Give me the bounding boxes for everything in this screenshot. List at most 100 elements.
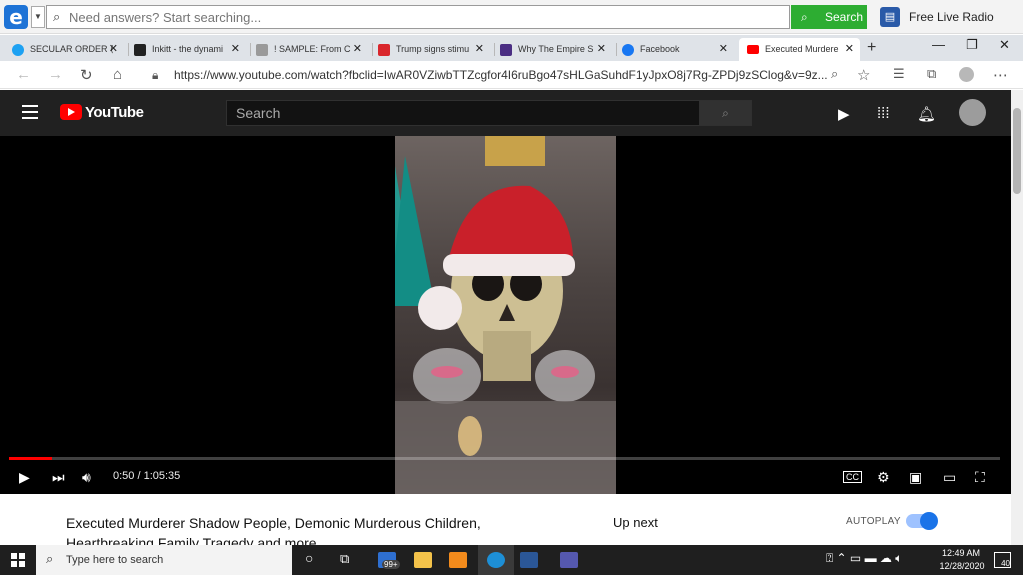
more-menu-icon[interactable]: ⋯	[993, 66, 1008, 84]
system-tray[interactable]: ⍰ ⌃ ▭ ▬ ☁ 🔈︎	[826, 551, 902, 566]
task-view-icon[interactable]: ⧉	[340, 551, 349, 567]
fullscreen-icon[interactable]: ⛶	[975, 469, 985, 486]
youtube-search-button[interactable]: ⌕	[699, 100, 752, 126]
back-arrow-icon[interactable]: ←	[16, 66, 31, 83]
windows-start-icon[interactable]	[11, 553, 25, 567]
tab-trump-stimulus[interactable]: Trump signs stimu ✕	[378, 38, 490, 61]
toolbar-dropdown-button[interactable]: ▼	[31, 6, 45, 28]
toolbar-search-button-label: Search	[825, 10, 864, 24]
word-icon[interactable]	[520, 552, 538, 568]
notifications-bell-icon[interactable]: 🔔︎	[917, 105, 936, 123]
favorites-list-icon[interactable]: ☰	[893, 66, 905, 82]
notification-center-icon[interactable]: 40	[994, 552, 1011, 568]
windows-taskbar: ⌕ Type here to search ○ ⧉ 99+ ⍰ ⌃ ▭ ▬ ☁ …	[0, 545, 1023, 575]
scrollbar-thumb[interactable]	[1013, 108, 1021, 194]
autoplay-toggle[interactable]	[906, 512, 938, 530]
progress-bar[interactable]	[9, 457, 1000, 460]
video-player[interactable]: ▶ ⏭︎ 🔊︎ 0:50 / 1:05:35 CC ⚙︎ ▣ ▭ ⛶	[0, 136, 1011, 494]
tab-label: Executed Murdere	[765, 44, 839, 54]
youtube-account-avatar[interactable]	[959, 99, 986, 126]
up-next-heading: Up next	[613, 515, 658, 530]
tab-divider	[128, 43, 129, 56]
progress-fill	[9, 457, 52, 460]
close-tab-icon[interactable]: ✕	[597, 38, 606, 61]
tab-sample[interactable]: ! SAMPLE: From C ✕	[256, 38, 368, 61]
time-display: 0:50 / 1:05:35	[113, 470, 181, 482]
twitter-icon	[12, 43, 24, 56]
profile-avatar[interactable]	[959, 67, 974, 82]
search-toolbar: e ▼ ⌕ ⌕ Search ▤ Free Live Radio	[0, 0, 1023, 34]
taskbar-search-placeholder: Type here to search	[66, 554, 164, 566]
create-video-icon[interactable]: ▶︎	[838, 105, 850, 123]
close-window-button[interactable]: ✕	[999, 37, 1010, 53]
close-tab-icon[interactable]: ✕	[719, 38, 728, 61]
tab-divider	[494, 43, 495, 56]
collections-icon[interactable]: ⧉	[927, 66, 936, 82]
close-tab-icon[interactable]: ✕	[109, 38, 118, 61]
captions-icon[interactable]: CC	[843, 471, 862, 483]
youtube-search-input[interactable]	[236, 104, 686, 122]
youtube-header: YouTube ⌕ ▶︎ ⁞⁞⁞ 🔔︎	[0, 90, 1011, 136]
new-tab-button[interactable]: +	[867, 39, 876, 57]
youtube-search-box[interactable]	[226, 100, 700, 126]
tab-label: Why The Empire S	[518, 44, 594, 54]
play-icon[interactable]: ▶	[19, 469, 30, 486]
apps-grid-icon[interactable]: ⁞⁞⁞	[877, 105, 890, 122]
tab-youtube-active[interactable]: Executed Murdere ✕	[739, 38, 860, 61]
restore-button[interactable]: ❐	[966, 37, 978, 53]
tab-facebook[interactable]: Facebook ✕	[622, 38, 734, 61]
close-tab-icon[interactable]: ✕	[231, 38, 240, 61]
edge-icon[interactable]	[487, 552, 505, 568]
minimize-button[interactable]: —	[932, 37, 945, 52]
file-explorer-icon[interactable]	[414, 552, 432, 568]
tab-strip: SECULAR ORDER ⟨ ✕ Inkitt - the dynami ✕ …	[0, 35, 1023, 61]
news-icon	[378, 43, 390, 56]
toolbar-search-box[interactable]: ⌕	[46, 5, 790, 29]
volume-icon[interactable]: 🔊︎	[82, 469, 91, 486]
teams-icon[interactable]	[560, 552, 578, 568]
clock-date[interactable]: 12/28/2020	[934, 561, 990, 571]
close-tab-icon[interactable]: ✕	[353, 38, 362, 61]
zoom-icon[interactable]: ⌕	[831, 66, 838, 82]
url-field[interactable]: https://www.youtube.com/watch?fbclid=IwA…	[174, 68, 828, 82]
lock-icon[interactable]: 🔒︎	[152, 68, 158, 83]
video-thumbnail-image	[395, 136, 616, 494]
youtube-logo-icon[interactable]	[60, 104, 82, 120]
tab-divider	[372, 43, 373, 56]
next-video-icon[interactable]: ⏭︎	[52, 469, 65, 486]
tab-label: ! SAMPLE: From C	[274, 44, 351, 54]
address-bar: ← → ↻ ⌂ 🔒︎ https://www.youtube.com/watch…	[0, 61, 1023, 89]
search-icon: ⌕	[46, 551, 54, 566]
cortana-icon[interactable]: ○	[305, 550, 313, 566]
browser-logo-icon[interactable]: e	[4, 5, 28, 29]
close-tab-icon[interactable]: ✕	[845, 38, 854, 61]
toolbar-search-input[interactable]	[69, 8, 769, 26]
video-frame	[395, 136, 616, 494]
page-scrollbar[interactable]	[1011, 90, 1023, 545]
refresh-icon[interactable]: ↻	[80, 66, 93, 84]
settings-gear-icon[interactable]: ⚙︎	[877, 469, 890, 486]
theater-mode-icon[interactable]: ▭	[943, 469, 956, 486]
tab-divider	[250, 43, 251, 56]
youtube-icon	[747, 45, 759, 55]
forward-arrow-icon[interactable]: →	[48, 66, 63, 83]
youtube-wordmark[interactable]: YouTube	[85, 104, 144, 121]
tab-divider	[616, 43, 617, 56]
search-icon: ⌕	[801, 10, 808, 24]
tab-label: SECULAR ORDER ⟨	[30, 44, 114, 54]
free-live-radio-link[interactable]: Free Live Radio	[909, 10, 994, 24]
home-icon[interactable]: ⌂	[113, 66, 122, 83]
autoplay-label: AUTOPLAY	[846, 516, 901, 527]
hamburger-menu-icon[interactable]	[22, 105, 38, 119]
radio-icon[interactable]: ▤	[880, 7, 900, 27]
tab-empire[interactable]: Why The Empire S ✕	[500, 38, 612, 61]
toolbar-search-button[interactable]: ⌕ Search	[791, 5, 867, 29]
clock-time[interactable]: 12:49 AM	[940, 548, 982, 558]
close-tab-icon[interactable]: ✕	[475, 38, 484, 61]
favorite-star-icon[interactable]: ☆	[857, 66, 870, 84]
miniplayer-icon[interactable]: ▣	[909, 469, 922, 486]
tab-twitter[interactable]: SECULAR ORDER ⟨ ✕	[12, 38, 124, 61]
tab-inkitt[interactable]: Inkitt - the dynami ✕	[134, 38, 246, 61]
app-icon[interactable]	[449, 552, 467, 568]
taskbar-search-box[interactable]: ⌕ Type here to search	[36, 545, 292, 575]
